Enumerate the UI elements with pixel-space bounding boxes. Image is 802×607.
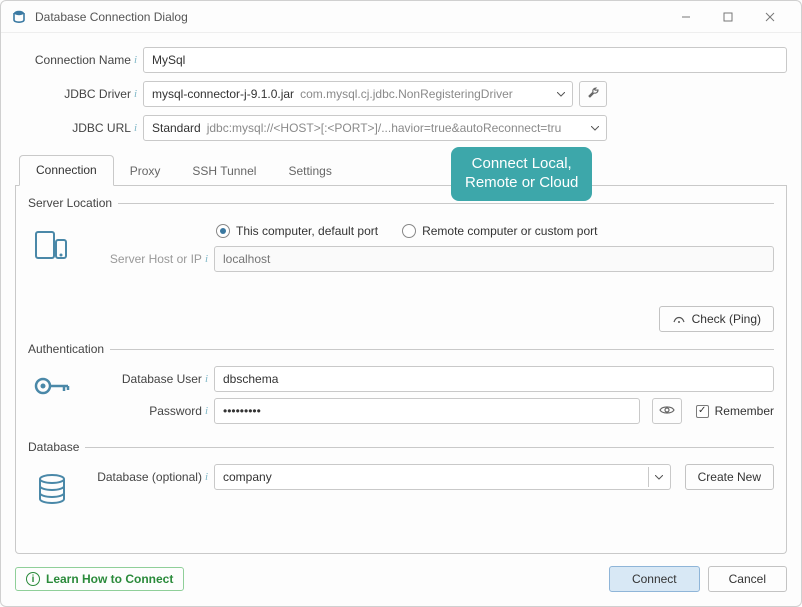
radio-remote[interactable]: Remote computer or custom port bbox=[402, 224, 597, 238]
database-group: Database Database (optional) bbox=[28, 440, 774, 510]
connection-name-input[interactable] bbox=[143, 47, 787, 73]
info-icon[interactable]: i bbox=[134, 122, 137, 134]
tabpanel-connection: Server Location This compu bbox=[15, 186, 787, 554]
toggle-password-visibility[interactable] bbox=[652, 398, 682, 424]
chevron-down-icon bbox=[648, 467, 670, 487]
database-name-label: Database (optional) i bbox=[86, 470, 208, 484]
server-icon bbox=[28, 220, 76, 266]
info-icon[interactable]: i bbox=[205, 373, 208, 385]
callout-tooltip: Connect Local, Remote or Cloud bbox=[451, 147, 592, 201]
chevron-down-icon bbox=[550, 84, 572, 104]
check-ping-button[interactable]: Check (Ping) bbox=[659, 306, 774, 332]
tab-settings[interactable]: Settings bbox=[272, 157, 347, 186]
radio-icon bbox=[216, 224, 230, 238]
wrench-icon bbox=[586, 86, 600, 103]
database-combo[interactable]: company bbox=[214, 464, 671, 490]
server-location-legend: Server Location bbox=[28, 196, 118, 210]
database-legend: Database bbox=[28, 440, 85, 454]
database-icon bbox=[28, 464, 76, 510]
remember-checkbox[interactable]: Remember bbox=[696, 404, 774, 418]
tab-proxy[interactable]: Proxy bbox=[114, 157, 177, 186]
ping-icon bbox=[672, 312, 686, 327]
connection-name-label: Connection Name i bbox=[15, 53, 143, 67]
jdbc-driver-combo[interactable]: mysql-connector-j-9.1.0.jar com.mysql.cj… bbox=[143, 81, 573, 107]
database-user-label: Database User i bbox=[86, 372, 208, 386]
tabstrip: Connection Proxy SSH Tunnel Settings bbox=[15, 155, 787, 186]
create-new-database-button[interactable]: Create New bbox=[685, 464, 774, 490]
radio-icon bbox=[402, 224, 416, 238]
jdbc-url-label: JDBC URL i bbox=[15, 121, 143, 135]
learn-how-to-connect-link[interactable]: i Learn How to Connect bbox=[15, 567, 184, 591]
minimize-button[interactable] bbox=[665, 3, 707, 31]
password-label: Password i bbox=[86, 404, 208, 418]
dialog-title: Database Connection Dialog bbox=[35, 10, 188, 24]
driver-settings-button[interactable] bbox=[579, 81, 607, 107]
server-location-group: Server Location This compu bbox=[28, 196, 774, 332]
dialog-window: Database Connection Dialog Connection Na… bbox=[0, 0, 802, 607]
titlebar: Database Connection Dialog bbox=[1, 1, 801, 33]
jdbc-url-combo[interactable]: Standard jdbc:mysql://<HOST>[:<PORT>]/..… bbox=[143, 115, 607, 141]
eye-icon bbox=[659, 404, 675, 419]
key-icon bbox=[28, 366, 76, 400]
close-button[interactable] bbox=[749, 3, 791, 31]
maximize-button[interactable] bbox=[707, 3, 749, 31]
info-icon[interactable]: i bbox=[134, 54, 137, 66]
chevron-down-icon bbox=[584, 118, 606, 138]
jdbc-driver-label: JDBC Driver i bbox=[15, 87, 143, 101]
authentication-group: Authentication Database User bbox=[28, 342, 774, 430]
checkbox-icon bbox=[696, 405, 709, 418]
connect-button[interactable]: Connect bbox=[609, 566, 700, 592]
cancel-button[interactable]: Cancel bbox=[708, 566, 787, 592]
tab-ssh-tunnel[interactable]: SSH Tunnel bbox=[176, 157, 272, 186]
password-input[interactable] bbox=[214, 398, 640, 424]
server-host-label: Server Host or IP i bbox=[86, 252, 208, 266]
app-icon bbox=[11, 9, 27, 25]
info-circle-icon: i bbox=[26, 572, 40, 586]
info-icon[interactable]: i bbox=[205, 471, 208, 483]
database-user-input[interactable] bbox=[214, 366, 774, 392]
info-icon[interactable]: i bbox=[205, 405, 208, 417]
info-icon[interactable]: i bbox=[134, 88, 137, 100]
dialog-footer: i Learn How to Connect Connect Cancel bbox=[1, 554, 801, 606]
authentication-legend: Authentication bbox=[28, 342, 110, 356]
info-icon[interactable]: i bbox=[205, 253, 208, 265]
server-host-input bbox=[214, 246, 774, 272]
tab-connection[interactable]: Connection bbox=[19, 155, 114, 186]
radio-local[interactable]: This computer, default port bbox=[216, 224, 378, 238]
